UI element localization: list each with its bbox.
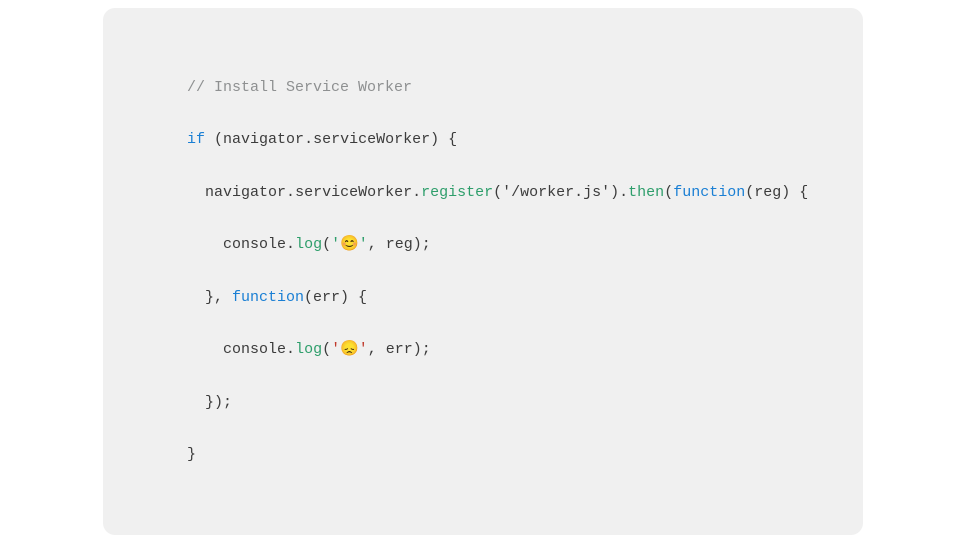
close-if: }	[187, 446, 196, 463]
indent2b: },	[187, 289, 232, 306]
indent2	[187, 184, 205, 201]
navigator-obj2: navigator	[205, 184, 286, 201]
navigator-obj1: navigator	[223, 131, 304, 148]
console-obj2: console	[223, 341, 286, 358]
close-paren1: ) {	[430, 131, 457, 148]
service-worker-prop2: serviceWorker	[295, 184, 412, 201]
if-keyword: if	[187, 131, 205, 148]
happy-emoji: '😊'	[331, 236, 368, 253]
function-keyword2: function	[232, 289, 304, 306]
register-method: register	[421, 184, 493, 201]
sad-emoji: '😞'	[331, 341, 368, 358]
then-method: then	[628, 184, 664, 201]
close-then: });	[187, 394, 232, 411]
log-method2: log	[295, 341, 322, 358]
indent4b	[187, 341, 223, 358]
function-keyword1: function	[673, 184, 745, 201]
log-method1: log	[295, 236, 322, 253]
console-obj1: console	[223, 236, 286, 253]
comment-line: // Install Service Worker	[187, 79, 412, 96]
register-string: ('/worker.js')	[493, 184, 619, 201]
code-block: // Install Service Worker if (navigator.…	[151, 48, 815, 494]
service-worker-prop1: serviceWorker	[313, 131, 430, 148]
indent4	[187, 236, 223, 253]
code-card: // Install Service Worker if (navigator.…	[103, 8, 863, 534]
open-paren: (	[205, 131, 223, 148]
